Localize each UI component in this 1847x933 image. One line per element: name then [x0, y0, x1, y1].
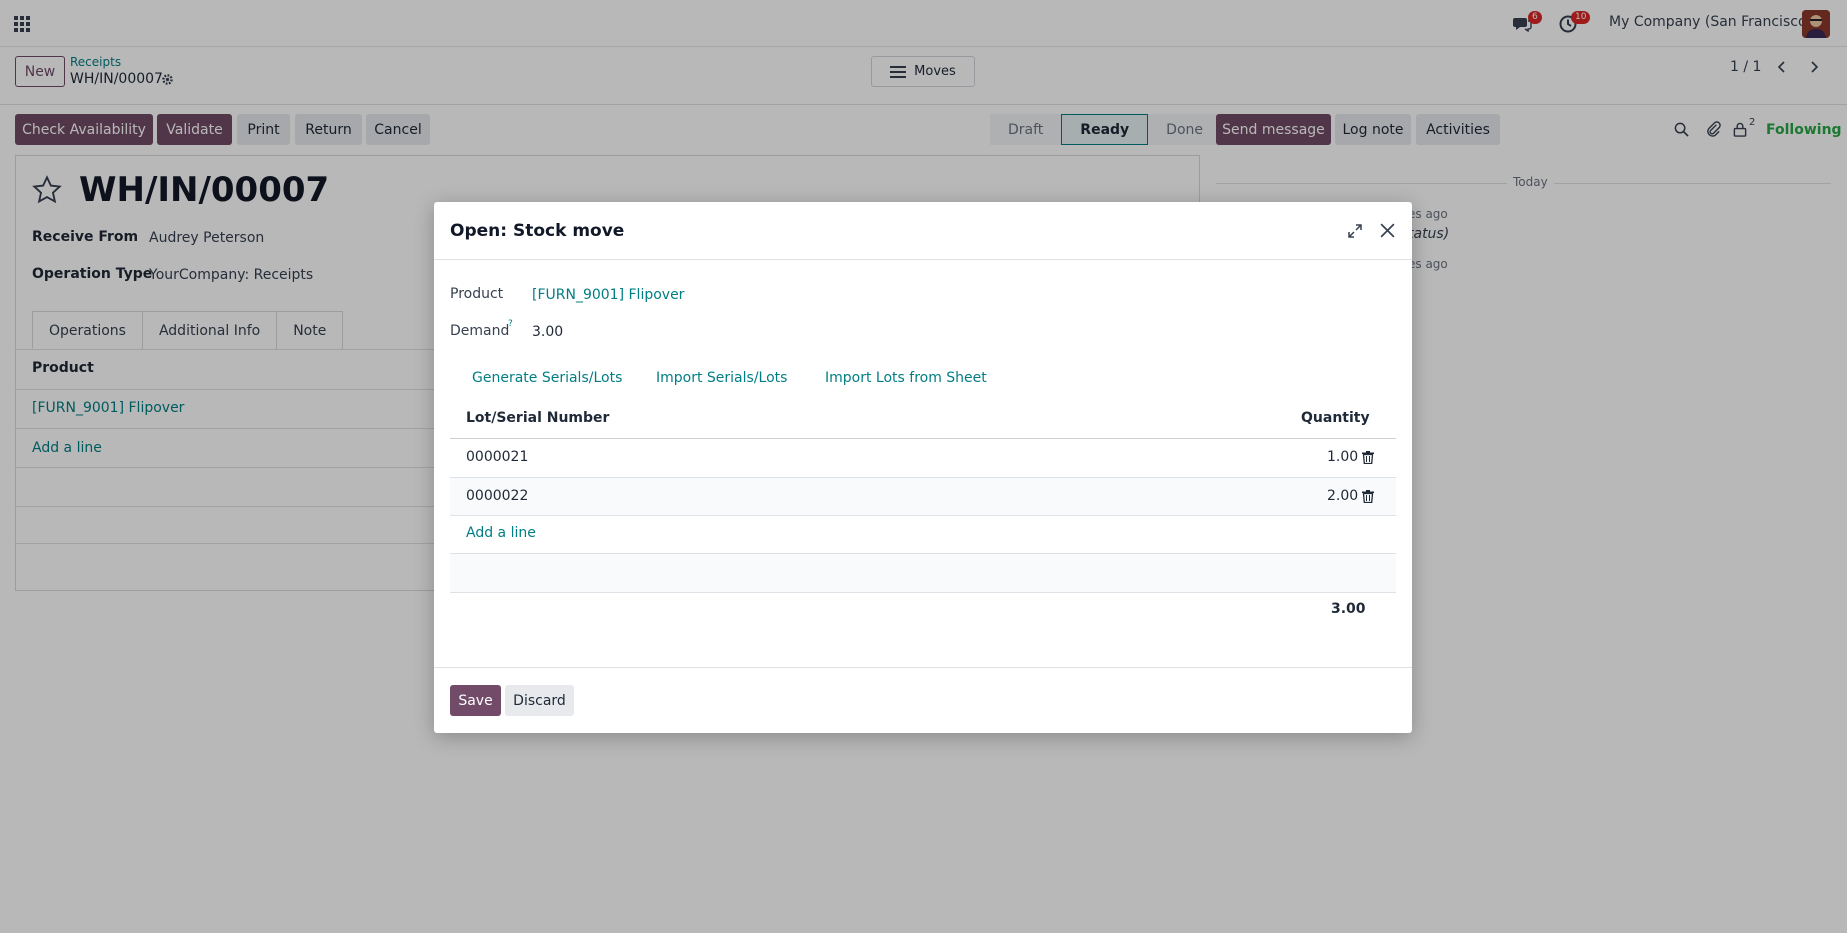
lot-row-divider — [450, 592, 1396, 593]
quantity-total: 3.00 — [1331, 601, 1366, 617]
lot-number: 0000021 — [466, 449, 529, 465]
close-icon[interactable] — [1379, 222, 1396, 239]
empty-row — [450, 554, 1396, 592]
lot-quantity: 2.00 — [1327, 488, 1359, 504]
table-row[interactable]: 0000021 1.00 — [450, 439, 1396, 477]
save-button[interactable]: Save — [450, 685, 501, 716]
lot-row-divider — [450, 515, 1396, 516]
dialog-add-line[interactable]: Add a line — [466, 525, 536, 541]
trash-icon[interactable] — [1362, 451, 1374, 464]
import-serials-button[interactable]: Import Serials/Lots — [656, 370, 787, 386]
dialog-product-label: Product — [450, 286, 504, 302]
demand-help-tooltip[interactable]: ? — [508, 319, 513, 329]
dialog-demand-value: 3.00 — [532, 324, 564, 340]
dialog-demand-label: Demand — [450, 323, 510, 339]
lot-number: 0000022 — [466, 488, 529, 504]
trash-icon[interactable] — [1362, 490, 1374, 503]
dialog-product-value[interactable]: [FURN_9001] Flipover — [532, 287, 684, 303]
column-lot-serial[interactable]: Lot/Serial Number — [466, 410, 609, 426]
discard-button[interactable]: Discard — [505, 685, 574, 716]
dialog-footer: Save Discard — [434, 667, 1412, 733]
dialog-title: Open: Stock move — [450, 221, 625, 241]
table-row[interactable]: 0000022 2.00 — [450, 478, 1396, 516]
column-quantity[interactable]: Quantity — [1301, 410, 1370, 426]
expand-icon[interactable] — [1348, 224, 1362, 238]
stock-move-dialog: Open: Stock move Product [FURN_9001] Fli… — [434, 202, 1412, 733]
dialog-header: Open: Stock move — [434, 202, 1412, 260]
import-lots-sheet-button[interactable]: Import Lots from Sheet — [825, 370, 987, 386]
lot-quantity: 1.00 — [1327, 449, 1359, 465]
generate-serials-button[interactable]: Generate Serials/Lots — [472, 370, 622, 386]
